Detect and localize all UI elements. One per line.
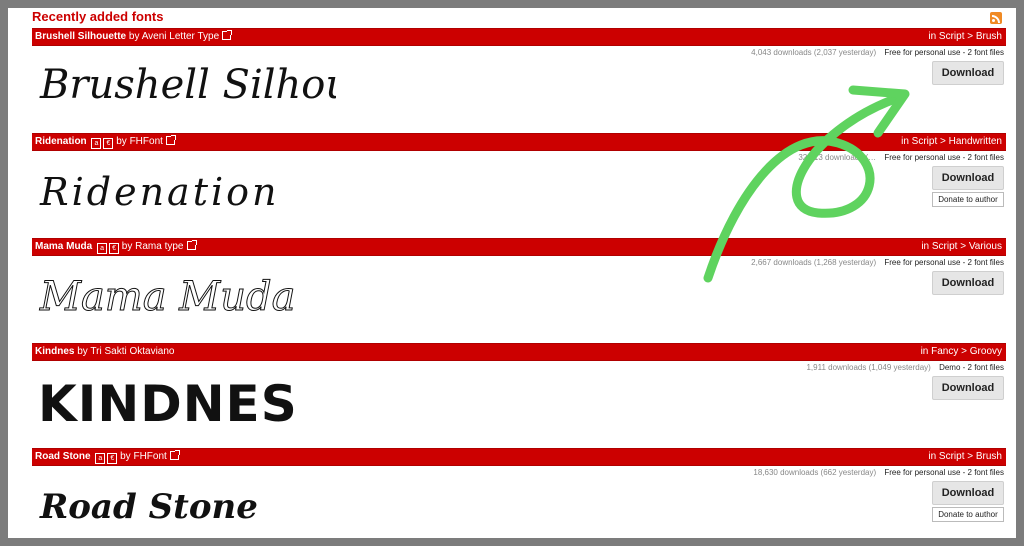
- annotation-arrow-icon: [703, 85, 910, 283]
- page: Recently added fonts Brushell Silhouette…: [8, 8, 1016, 538]
